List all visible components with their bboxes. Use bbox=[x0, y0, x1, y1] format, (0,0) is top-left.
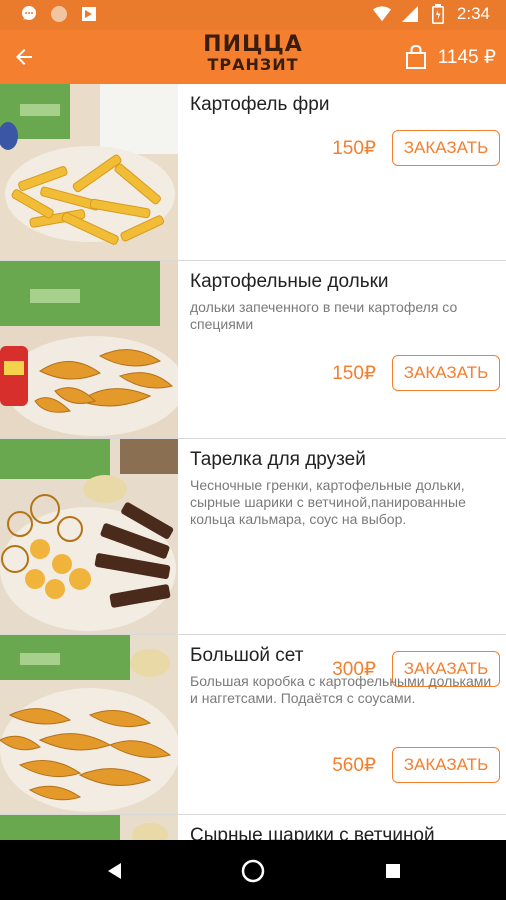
triangle-back-icon bbox=[108, 863, 121, 879]
nav-home-button[interactable] bbox=[240, 858, 266, 884]
battery-icon bbox=[429, 4, 447, 24]
product-price: 560₽ bbox=[332, 754, 376, 776]
nav-recents-button[interactable] bbox=[380, 858, 406, 884]
logo-line-1: ПИЦЦА bbox=[203, 32, 303, 57]
notification-icon bbox=[80, 5, 98, 23]
circle-icon bbox=[50, 5, 68, 23]
chat-icon bbox=[20, 5, 38, 23]
nav-back-button[interactable] bbox=[102, 858, 128, 884]
product-title: Тарелка для друзей bbox=[190, 449, 366, 470]
list-item[interactable]: Сырные шарики с ветчиной bbox=[0, 815, 506, 840]
brand-logo: ПИЦЦА ТРАНЗИТ bbox=[200, 32, 306, 79]
product-description: дольки запеченного в печи картофеля со с… bbox=[190, 299, 458, 332]
order-button[interactable]: ЗАКАЗАТЬ bbox=[392, 747, 500, 783]
status-time: 2:34 bbox=[456, 4, 490, 23]
product-list: Картофель фри 150₽ ЗАКАЗАТЬ Картофельные… bbox=[0, 84, 506, 840]
product-title: Сырные шарики с ветчиной bbox=[190, 825, 435, 840]
product-title: Картофель фри bbox=[190, 94, 330, 115]
logo-line-2: ТРАНЗИТ bbox=[207, 55, 299, 74]
system-nav-bar bbox=[0, 840, 506, 900]
product-image bbox=[0, 635, 178, 814]
circle-home-icon bbox=[241, 859, 265, 883]
back-button[interactable] bbox=[6, 39, 42, 75]
app-bar: ПИЦЦА ТРАНЗИТ 1145 ₽ bbox=[0, 30, 506, 84]
product-description: Чесночные гренки, картофельные дольки, с… bbox=[190, 477, 466, 527]
list-item[interactable]: Картофельные дольки дольки запеченного в… bbox=[0, 261, 506, 439]
product-image bbox=[0, 84, 178, 260]
list-item[interactable]: Тарелка для друзей Чесночные гренки, кар… bbox=[0, 439, 506, 687]
square-recents-icon bbox=[386, 864, 400, 878]
product-image bbox=[0, 439, 178, 634]
cart-total: 1145 ₽ bbox=[437, 46, 496, 68]
cart-button[interactable]: 1145 ₽ bbox=[404, 42, 496, 72]
product-title: Большой сет bbox=[190, 645, 304, 666]
list-item[interactable]: Картофель фри 150₽ ЗАКАЗАТЬ bbox=[0, 84, 506, 261]
product-description: Большая коробка с картофельными дольками… bbox=[190, 673, 492, 706]
status-bar: 2:34 bbox=[0, 0, 506, 30]
product-title: Картофельные дольки bbox=[190, 271, 389, 292]
product-price: 150₽ bbox=[332, 362, 376, 384]
signal-icon bbox=[401, 5, 419, 23]
shopping-bag-icon bbox=[405, 44, 426, 69]
order-button[interactable]: ЗАКАЗАТЬ bbox=[392, 355, 500, 391]
product-price: 150₽ bbox=[332, 137, 376, 159]
product-image bbox=[0, 815, 178, 840]
arrow-back-icon bbox=[16, 49, 32, 65]
wifi-icon bbox=[372, 5, 391, 23]
list-item[interactable]: Большой сет Большая коробка с картофельн… bbox=[0, 635, 506, 815]
order-button[interactable]: ЗАКАЗАТЬ bbox=[392, 130, 500, 166]
product-image bbox=[0, 261, 178, 438]
